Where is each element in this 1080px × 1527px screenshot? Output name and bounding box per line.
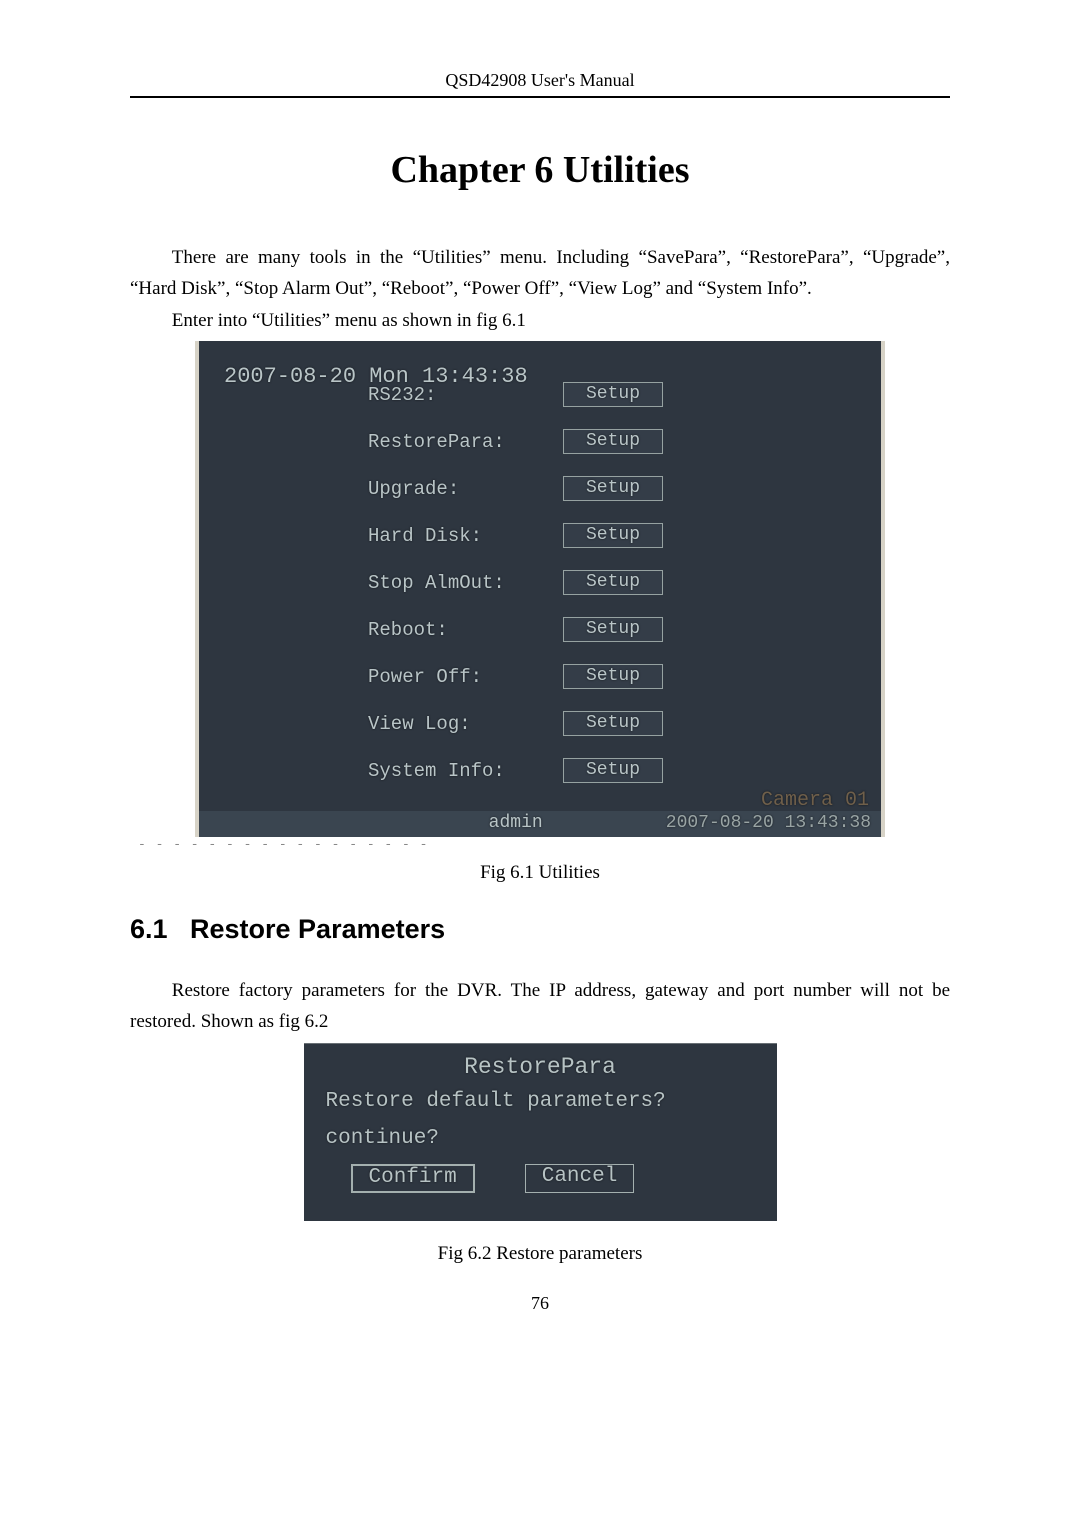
status-bar: Camera 01 admin 2007-08-20 13:43:38	[199, 811, 881, 837]
menu-label: RS232:	[223, 384, 563, 406]
menu-row-reboot: Reboot: Setup	[223, 617, 857, 642]
restorepara-screenshot: RestorePara Restore default parameters? …	[304, 1043, 777, 1221]
dialog-title: RestorePara	[326, 1054, 755, 1080]
setup-button[interactable]: Setup	[563, 617, 663, 642]
section-paragraph: Restore factory parameters for the DVR. …	[130, 975, 950, 1038]
section-heading: 6.1Restore Parameters	[130, 914, 950, 945]
menu-row-systeminfo: System Info: Setup	[223, 758, 857, 783]
confirm-button[interactable]: Confirm	[351, 1164, 475, 1193]
menu-row-restorepara: RestorePara: Setup	[223, 429, 857, 454]
chapter-title: Chapter 6 Utilities	[130, 148, 950, 192]
menu-label: Hard Disk:	[223, 525, 563, 547]
menu-label: Reboot:	[223, 619, 563, 641]
page-number: 76	[130, 1293, 950, 1314]
menu-label: Stop AlmOut:	[223, 572, 563, 594]
menu-row-poweroff: Power Off: Setup	[223, 664, 857, 689]
utilities-screenshot: 2007-08-20 Mon 13:43:38 RS232: Setup Res…	[195, 341, 885, 837]
status-timestamp: 2007-08-20 13:43:38	[666, 813, 871, 833]
decorative-dashes: - - - - - - - - - - - - - - - - -	[138, 837, 950, 852]
menu-label: RestorePara:	[223, 431, 563, 453]
dialog-line-1: Restore default parameters?	[326, 1090, 755, 1113]
menu-label: Upgrade:	[223, 478, 563, 500]
menu-row-upgrade: Upgrade: Setup	[223, 476, 857, 501]
figure-caption-2: Fig 6.2 Restore parameters	[130, 1243, 950, 1265]
menu-label: Power Off:	[223, 666, 563, 688]
setup-button[interactable]: Setup	[563, 523, 663, 548]
setup-button[interactable]: Setup	[563, 476, 663, 501]
user-label: admin	[489, 813, 543, 833]
setup-button[interactable]: Setup	[563, 758, 663, 783]
setup-button[interactable]: Setup	[563, 382, 663, 407]
menu-label: System Info:	[223, 760, 563, 782]
figure-caption-1: Fig 6.1 Utilities	[130, 862, 950, 884]
intro-paragraph: There are many tools in the “Utilities” …	[130, 242, 950, 305]
setup-button[interactable]: Setup	[563, 570, 663, 595]
menu-label: View Log:	[223, 713, 563, 735]
menu-row-viewlog: View Log: Setup	[223, 711, 857, 736]
camera-indicator: Camera 01	[761, 789, 869, 812]
menu-row-rs232: RS232: Setup	[223, 382, 857, 407]
setup-button[interactable]: Setup	[563, 429, 663, 454]
page-header: QSD42908 User's Manual	[130, 70, 950, 98]
cancel-button[interactable]: Cancel	[525, 1164, 635, 1193]
setup-button[interactable]: Setup	[563, 664, 663, 689]
section-title: Restore Parameters	[190, 914, 445, 944]
section-number: 6.1	[130, 914, 190, 945]
enter-line: Enter into “Utilities” menu as shown in …	[130, 305, 950, 336]
setup-button[interactable]: Setup	[563, 711, 663, 736]
menu-row-stopalmout: Stop AlmOut: Setup	[223, 570, 857, 595]
dialog-line-2: continue?	[326, 1127, 755, 1150]
menu-row-harddisk: Hard Disk: Setup	[223, 523, 857, 548]
